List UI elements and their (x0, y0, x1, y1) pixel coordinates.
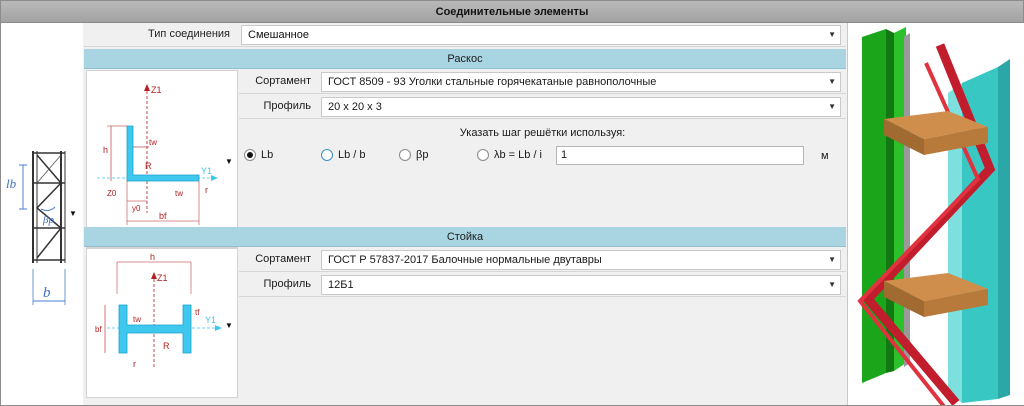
connection-elements-window: Соединительные элементы lb βр b ▼ Тип со… (0, 0, 1024, 406)
option-lb-b-label: Lb / b (338, 149, 366, 161)
ibeam-tf-label: tf (195, 308, 200, 317)
column-profile-row: Профиль 12Б1 ▼ (239, 273, 846, 297)
chevron-down-icon: ▼ (828, 280, 836, 289)
option-lambda[interactable]: λb = Lb / i (477, 147, 542, 163)
ibeam-h-label: h (150, 252, 155, 262)
ibeam-profile-thumbnail[interactable]: h Z1 Y1 tw tf bf R r ▼ (86, 248, 238, 398)
column-assortment-label: Сортамент (255, 253, 311, 265)
chevron-down-icon: ▼ (828, 102, 836, 111)
ibeam-bf-label: bf (95, 325, 102, 334)
radio-icon (244, 149, 256, 161)
settings-area: Тип соединения Смешанное ▼ Раскос Z1 Y1 (84, 23, 846, 405)
column-profile-select[interactable]: 12Б1 ▼ (321, 275, 841, 295)
column-section-header: Стойка (84, 227, 846, 247)
option-lb-b[interactable]: Lb / b (321, 147, 366, 163)
lattice-dropdown-icon[interactable]: ▼ (69, 209, 77, 218)
ibeam-dropdown-icon[interactable]: ▼ (225, 321, 233, 330)
radio-icon (477, 149, 489, 161)
lattice-scheme-panel[interactable]: lb βр b ▼ (1, 23, 83, 405)
brace-assortment-row: Сортамент ГОСТ 8509 - 93 Уголки стальные… (239, 70, 846, 94)
ibeam-tw-label: tw (133, 315, 141, 324)
y0-label: y0 (132, 204, 141, 213)
column-assortment-value: ГОСТ Р 57837-2017 Балочные нормальные дв… (328, 254, 602, 266)
option-beta-label: βр (416, 149, 429, 161)
connection-type-row: Тип соединения Смешанное ▼ (84, 23, 846, 47)
r-big-label: R (145, 161, 152, 171)
brace-profile-select[interactable]: 20 x 20 x 3 ▼ (321, 97, 841, 117)
3d-lattice-preview-image (848, 23, 1024, 406)
brace-assortment-label: Сортамент (255, 75, 311, 87)
ibeam-y1-label: Y1 (205, 315, 216, 325)
h-label: h (103, 145, 108, 155)
3d-preview-panel[interactable] (847, 23, 1024, 406)
grid-step-unit: м (821, 150, 829, 162)
tw2-label: tw (175, 189, 183, 198)
chevron-down-icon: ▼ (828, 30, 836, 39)
option-lambda-label: λb = Lb / i (494, 149, 543, 161)
z0-label: Z0 (107, 189, 117, 198)
tw-label: tw (149, 138, 157, 147)
option-beta[interactable]: βр (399, 147, 428, 163)
column-assortment-select[interactable]: ГОСТ Р 57837-2017 Балочные нормальные дв… (321, 250, 841, 270)
chevron-down-icon: ▼ (828, 255, 836, 264)
brace-assortment-value: ГОСТ 8509 - 93 Уголки стальные горячекат… (328, 76, 657, 88)
z1-label: Z1 (151, 85, 162, 95)
brace-profile-row: Профиль 20 x 20 x 3 ▼ (239, 95, 846, 119)
connection-type-value: Смешанное (248, 29, 309, 41)
chevron-down-icon: ▼ (828, 77, 836, 86)
beta-label: βр (42, 214, 54, 226)
brace-profile-label: Профиль (263, 100, 312, 112)
window-title: Соединительные элементы (1, 1, 1023, 23)
ibeam-r-big-label: R (163, 341, 170, 351)
ibeam-r-small-label: r (133, 359, 136, 369)
column-profile-value: 12Б1 (328, 279, 354, 291)
option-lb[interactable]: Lb (244, 147, 273, 163)
column-assortment-row: Сортамент ГОСТ Р 57837-2017 Балочные нор… (239, 248, 846, 272)
angle-section-icon: Z1 Y1 h tw R tw r Z0 y0 bf (97, 84, 218, 225)
brace-assortment-select[interactable]: ГОСТ 8509 - 93 Уголки стальные горячекат… (321, 72, 841, 92)
connection-type-select[interactable]: Смешанное ▼ (241, 25, 841, 45)
angle-dropdown-icon[interactable]: ▼ (225, 157, 233, 166)
brace-profile-value: 20 x 20 x 3 (328, 101, 382, 113)
ibeam-section-icon: h Z1 Y1 tw tf bf R r (95, 252, 222, 369)
column-profile-label: Профиль (263, 278, 312, 290)
radio-icon (321, 149, 333, 161)
radio-icon (399, 149, 411, 161)
ibeam-z1-label: Z1 (157, 273, 168, 283)
lb-label: lb (6, 176, 17, 191)
brace-section-header: Раскос (84, 49, 846, 69)
bf-label: bf (159, 211, 167, 221)
b-label: b (43, 285, 51, 301)
grid-step-options: Lb Lb / b βр λb = Lb / i 1 м (239, 143, 846, 167)
option-lb-label: Lb (261, 149, 274, 161)
connection-type-label: Тип соединения (148, 28, 230, 40)
r-small-label: r (205, 185, 208, 195)
y1-label: Y1 (201, 166, 212, 176)
grid-step-caption: Указать шаг решётки используя: (459, 127, 626, 139)
angle-profile-thumbnail[interactable]: Z1 Y1 h tw R tw r Z0 y0 bf ▼ (86, 70, 238, 248)
grid-step-input[interactable]: 1 (556, 146, 804, 165)
